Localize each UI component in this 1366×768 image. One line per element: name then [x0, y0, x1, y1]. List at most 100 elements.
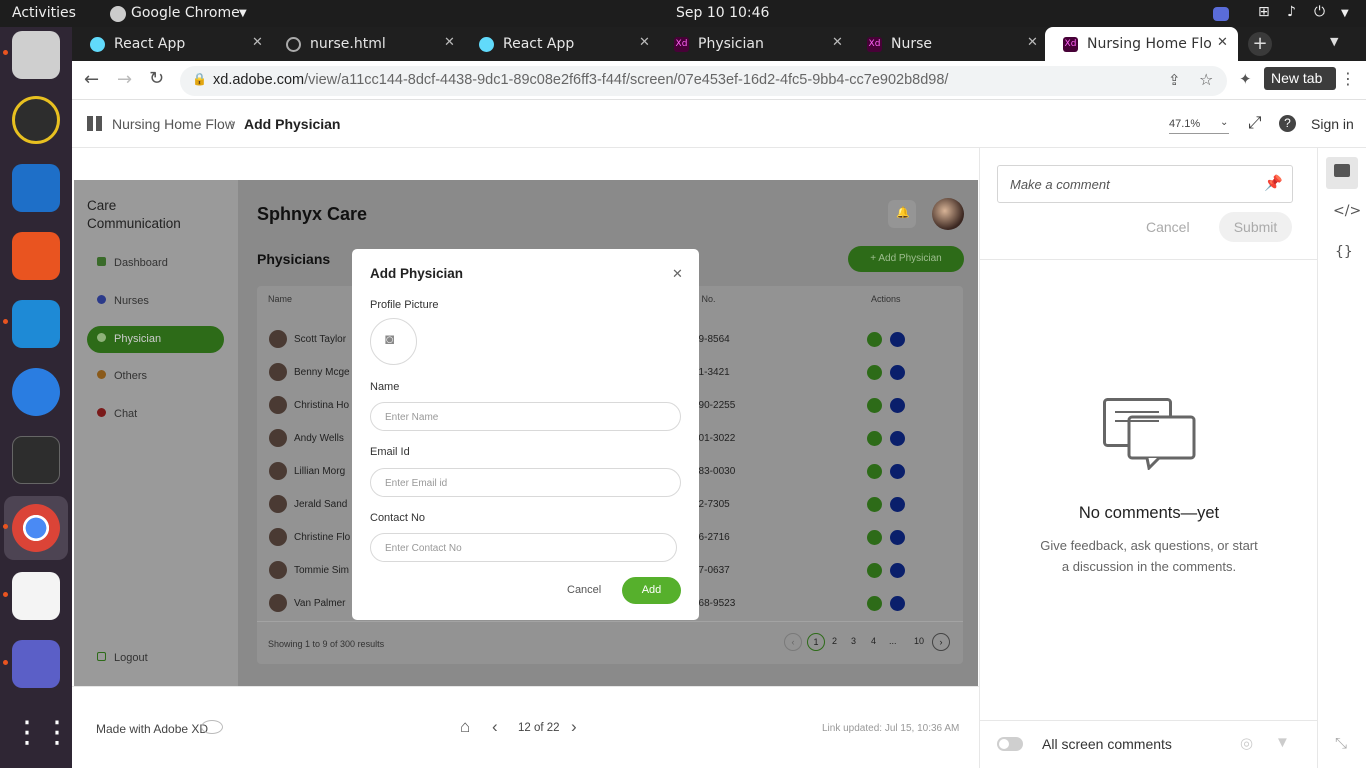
page-1[interactable]: 1 [807, 633, 825, 651]
address-bar[interactable]: 🔒 xd.adobe.com/view/a11cc144-8dcf-4438-9… [180, 66, 1227, 96]
network-icon[interactable]: ⊞ [1258, 4, 1270, 20]
close-icon[interactable]: ✕ [1027, 35, 1038, 50]
nav-chat[interactable]: Chat [87, 401, 224, 428]
extensions-puzzle-icon[interactable]: ✦ [1239, 70, 1252, 88]
sign-in-link[interactable]: Sign in [1311, 116, 1354, 132]
pagination-prev-icon[interactable]: ‹ [784, 633, 802, 651]
edit-icon[interactable] [867, 365, 882, 380]
nav-others[interactable]: Others [87, 363, 224, 390]
close-icon[interactable]: ✕ [832, 35, 843, 50]
close-icon[interactable]: ✕ [639, 35, 650, 50]
name-input[interactable]: Enter Name [370, 402, 681, 431]
power-icon[interactable]: ⏻ [1314, 4, 1325, 20]
teams-icon[interactable] [12, 640, 60, 688]
nav-logout[interactable]: Logout [87, 645, 224, 672]
close-icon[interactable]: ✕ [444, 35, 455, 50]
comments-tab[interactable] [1326, 157, 1358, 189]
rhythmbox-icon[interactable] [12, 96, 60, 144]
filter-icon[interactable]: ▼ [1275, 734, 1290, 751]
nav-nurses[interactable]: Nurses [87, 288, 224, 315]
kebab-menu-icon[interactable]: ⋮ [1340, 69, 1356, 88]
zoom-dropdown-chevron-icon[interactable]: ⌄ [1220, 117, 1228, 128]
close-icon[interactable]: ✕ [672, 266, 683, 282]
add-physician-button[interactable]: + Add Physician [848, 246, 964, 272]
page-10[interactable]: 10 [914, 636, 924, 646]
clock[interactable]: Sep 10 10:46 [676, 5, 769, 21]
volume-icon[interactable]: ♪ [1287, 4, 1296, 20]
comment-cancel-button[interactable]: Cancel [1146, 219, 1190, 235]
delete-icon[interactable] [890, 563, 905, 578]
breadcrumb-root[interactable]: Nursing Home Flow [112, 116, 235, 132]
software-center-icon[interactable] [12, 232, 60, 280]
text-editor-icon[interactable] [12, 572, 60, 620]
edit-icon[interactable] [867, 530, 882, 545]
tab-react-app-1[interactable]: React App ✕ [72, 27, 267, 61]
email-input[interactable]: Enter Email id [370, 468, 681, 497]
edit-icon[interactable] [867, 464, 882, 479]
close-icon[interactable]: ✕ [252, 35, 263, 50]
show-apps-icon[interactable]: ⋮⋮ [12, 711, 72, 759]
help-icon[interactable]: ? [1279, 115, 1296, 132]
edit-icon[interactable] [867, 332, 882, 347]
next-screen-icon[interactable]: › [571, 717, 577, 737]
vscode-icon[interactable] [12, 300, 60, 348]
system-menu-arrow-icon[interactable]: ▼ [1341, 8, 1349, 19]
delete-icon[interactable] [890, 332, 905, 347]
grid-view-icon[interactable] [87, 116, 102, 131]
activities-button[interactable]: Activities [12, 5, 76, 21]
edit-icon[interactable] [867, 563, 882, 578]
delete-icon[interactable] [890, 497, 905, 512]
home-icon[interactable]: ⌂ [460, 717, 470, 737]
forward-arrow-icon[interactable]: → [117, 69, 132, 90]
previous-screen-icon[interactable]: ‹ [492, 717, 498, 737]
edit-icon[interactable] [867, 431, 882, 446]
edit-icon[interactable] [867, 398, 882, 413]
teams-tray-icon[interactable] [1213, 7, 1229, 21]
terminal-icon[interactable] [12, 436, 60, 484]
page-4[interactable]: 4 [871, 636, 876, 646]
notification-button[interactable]: 🔔 [888, 200, 916, 228]
share-icon[interactable]: ⇪ [1168, 71, 1181, 89]
tab-nursing-home-flow[interactable]: Xd Nursing Home Flow ✕ [1045, 27, 1238, 61]
delete-icon[interactable] [890, 398, 905, 413]
tab-physician[interactable]: Xd Physician ✕ [656, 27, 848, 61]
files-icon[interactable] [12, 31, 60, 79]
braces-icon[interactable]: {} [1335, 244, 1353, 260]
user-avatar[interactable] [932, 198, 964, 230]
reload-icon[interactable]: ↻ [149, 68, 164, 89]
help-icon[interactable] [12, 368, 60, 416]
delete-icon[interactable] [890, 464, 905, 479]
code-icon[interactable]: </> [1333, 203, 1361, 219]
back-arrow-icon[interactable]: ← [84, 69, 99, 90]
hide-comments-icon[interactable]: ◎ [1240, 734, 1253, 752]
delete-icon[interactable] [890, 365, 905, 380]
comment-submit-button[interactable]: Submit [1219, 212, 1292, 242]
nav-dashboard[interactable]: Dashboard [87, 250, 224, 277]
page-3[interactable]: 3 [851, 636, 856, 646]
modal-cancel-button[interactable]: Cancel [567, 584, 601, 596]
chrome-icon[interactable] [12, 504, 60, 552]
tab-nurse[interactable]: Xd Nurse ✕ [849, 27, 1044, 61]
comment-input[interactable]: Make a comment 📌 [997, 165, 1293, 203]
tab-react-app-2[interactable]: React App ✕ [461, 27, 655, 61]
edit-icon[interactable] [867, 596, 882, 611]
new-tab-plus-icon[interactable]: + [1248, 32, 1272, 56]
collapse-panel-icon[interactable]: ⤡ [1335, 734, 1347, 752]
delete-icon[interactable] [890, 530, 905, 545]
contact-input[interactable]: Enter Contact No [370, 533, 677, 562]
pin-icon[interactable]: 📌 [1264, 174, 1283, 192]
nav-physician[interactable]: Physician [87, 326, 224, 353]
zoom-value[interactable]: 47.1% [1169, 118, 1200, 130]
pagination-next-icon[interactable]: › [932, 633, 950, 651]
delete-icon[interactable] [890, 431, 905, 446]
edit-icon[interactable] [867, 497, 882, 512]
writer-icon[interactable] [12, 164, 60, 212]
tab-nurse-html[interactable]: nurse.html ✕ [268, 27, 460, 61]
page-2[interactable]: 2 [832, 636, 837, 646]
bookmark-star-icon[interactable]: ☆ [1199, 70, 1213, 89]
delete-icon[interactable] [890, 596, 905, 611]
profile-picture-upload[interactable]: ◙ [370, 318, 417, 365]
screen-comments-toggle[interactable] [997, 737, 1023, 751]
app-menu[interactable]: Google Chrome [131, 5, 240, 21]
tab-search-chevron-icon[interactable]: ▼ [1330, 35, 1338, 48]
